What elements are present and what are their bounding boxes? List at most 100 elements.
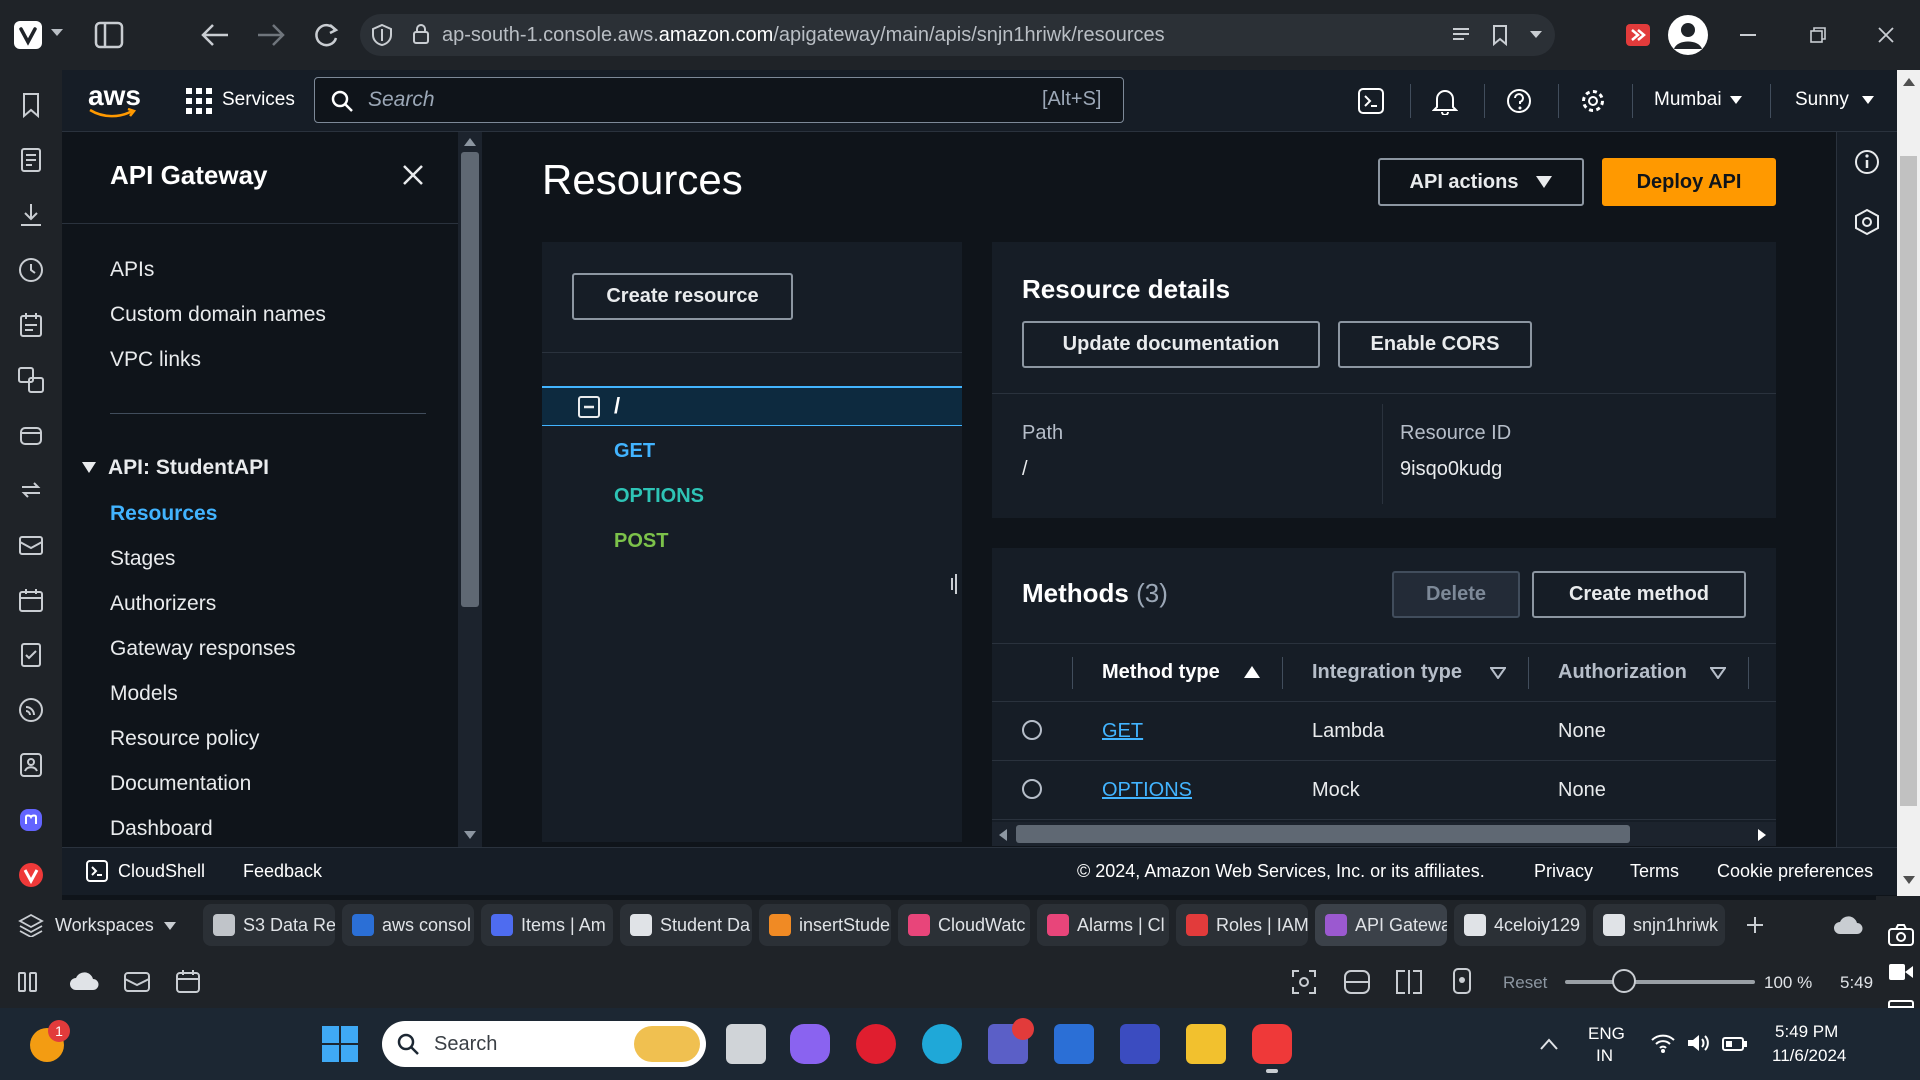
enable-cors-button[interactable]: Enable CORS [1338,321,1532,368]
restore-icon[interactable] [1810,27,1826,43]
nav-item-gateway-responses[interactable]: Gateway responses [110,637,296,661]
browser-tab[interactable]: insertStude [759,904,891,946]
chevron-up-icon[interactable] [1540,1038,1558,1050]
back-icon[interactable] [200,22,230,48]
vivaldi-menu-icon[interactable] [14,21,42,49]
shield-icon[interactable] [372,24,392,46]
contacts-icon[interactable] [16,750,46,780]
extension-icon[interactable] [1626,24,1650,46]
workspaces-button[interactable]: Workspaces [55,915,154,936]
horizontal-scrollbar-thumb[interactable] [1016,825,1630,843]
vivaldi-icon[interactable] [16,860,46,890]
browser-tab[interactable]: Alarms | Cl [1037,904,1169,946]
services-grid-icon[interactable] [186,88,212,114]
wifi-icon[interactable] [1650,1032,1676,1054]
mastodon-icon[interactable] [16,805,46,835]
nav-item-authorizers[interactable]: Authorizers [110,592,216,616]
minimize-icon[interactable] [1740,34,1756,36]
sort-icon[interactable] [1490,667,1506,679]
delete-method-button[interactable]: Delete [1392,571,1520,618]
copilot-icon[interactable] [790,1024,830,1064]
store-icon[interactable] [1054,1024,1094,1064]
method-link-get[interactable]: GET [1102,720,1143,743]
reload-icon[interactable] [312,21,340,49]
reading-list-icon[interactable] [16,145,46,175]
notes-icon[interactable] [16,310,46,340]
browser-tab[interactable]: snjn1hriwk [1593,904,1725,946]
resource-explorer-icon[interactable] [1854,208,1880,236]
bookmark-icon[interactable] [1492,24,1508,46]
create-method-button[interactable]: Create method [1532,571,1746,618]
sync-icon[interactable] [16,475,46,505]
sort-ascending-icon[interactable] [1244,666,1260,678]
close-window-icon[interactable] [1878,27,1894,43]
row-select-radio[interactable] [1022,720,1042,740]
browser-tab[interactable]: S3 Data Re [203,904,335,946]
panel-resize-handle[interactable] [950,572,958,596]
browser-tab[interactable]: Roles | IAM [1176,904,1308,946]
aws-search-input[interactable] [314,77,1124,123]
nav-item-documentation[interactable]: Documentation [110,772,251,796]
caret-down-icon[interactable] [82,462,96,474]
region-selector[interactable]: Mumbai [1654,89,1722,111]
deploy-api-button[interactable]: Deploy API [1602,158,1776,206]
notifications-bell-icon[interactable] [1432,87,1458,115]
scroll-up-icon[interactable] [464,138,476,146]
workspaces-icon[interactable] [18,913,44,937]
mail-icon[interactable] [124,971,150,993]
window-panel-icon[interactable] [16,420,46,450]
scroll-up-icon[interactable] [1903,78,1915,86]
nav-item-vpc-links[interactable]: VPC links [110,348,201,372]
row-select-radio[interactable] [1022,779,1042,799]
update-documentation-button[interactable]: Update documentation [1022,321,1320,368]
tree-row-root[interactable] [542,386,962,426]
cloudshell-icon[interactable] [86,860,108,882]
nav-item-stages[interactable]: Stages [110,547,175,571]
browser-tab[interactable]: Items | Am [481,904,613,946]
task-view-icon[interactable] [726,1024,766,1064]
user-menu[interactable]: Sunny [1795,89,1849,111]
chevron-down-icon[interactable] [164,922,176,930]
services-menu[interactable]: Services [222,89,295,111]
chevron-down-icon[interactable] [1529,30,1543,40]
sort-icon[interactable] [1710,667,1726,679]
input-region[interactable]: IN [1596,1046,1613,1066]
capture-icon[interactable] [1292,970,1316,994]
nav-item-resources[interactable]: Resources [110,502,217,526]
zoom-slider-thumb[interactable] [1612,969,1636,993]
nav-scrollbar-thumb[interactable] [461,152,479,607]
calendar-icon[interactable] [16,585,46,615]
close-nav-icon[interactable] [402,164,424,186]
chevron-down-icon[interactable] [1862,96,1874,104]
image-settings-icon[interactable] [1450,968,1474,994]
start-windows-icon[interactable] [322,1026,358,1062]
collapse-icon[interactable] [578,396,600,418]
scroll-right-icon[interactable] [1758,829,1766,841]
nav-section-api[interactable]: API: StudentAPI [108,456,269,480]
vivaldi-taskbar-icon[interactable] [1252,1024,1292,1064]
tile-icon[interactable] [1396,970,1422,994]
panel-toggle-icon[interactable] [94,21,124,49]
tree-method-options[interactable]: OPTIONS [614,485,704,508]
api-actions-button[interactable]: API actions [1378,158,1584,206]
column-integration-type[interactable]: Integration type [1312,661,1462,684]
profile-avatar-icon[interactable] [1668,15,1708,55]
scroll-down-icon[interactable] [464,831,476,839]
history-icon[interactable] [16,255,46,285]
nav-item-apis[interactable]: APIs [110,258,154,282]
method-link-options[interactable]: OPTIONS [1102,779,1192,802]
info-icon[interactable] [1854,149,1880,175]
terms-link[interactable]: Terms [1630,861,1679,882]
url-text[interactable]: ap-south-1.console.aws.amazon.com/apigat… [442,24,1165,47]
taskbar-time[interactable]: 5:49 PM [1775,1022,1838,1042]
sync-cloud-icon[interactable] [68,970,100,992]
browser-tab[interactable]: 4celoiy129 [1454,904,1586,946]
sync-cloud-icon[interactable] [1832,914,1864,936]
cookie-preferences-link[interactable]: Cookie preferences [1717,861,1873,882]
zoom-reset-button[interactable]: Reset [1503,973,1547,993]
reader-view-icon[interactable] [1452,27,1470,43]
forward-icon[interactable] [256,22,286,48]
translate-icon[interactable] [16,365,46,395]
page-actions-icon[interactable] [1344,970,1370,994]
nav-item-models[interactable]: Models [110,682,178,706]
